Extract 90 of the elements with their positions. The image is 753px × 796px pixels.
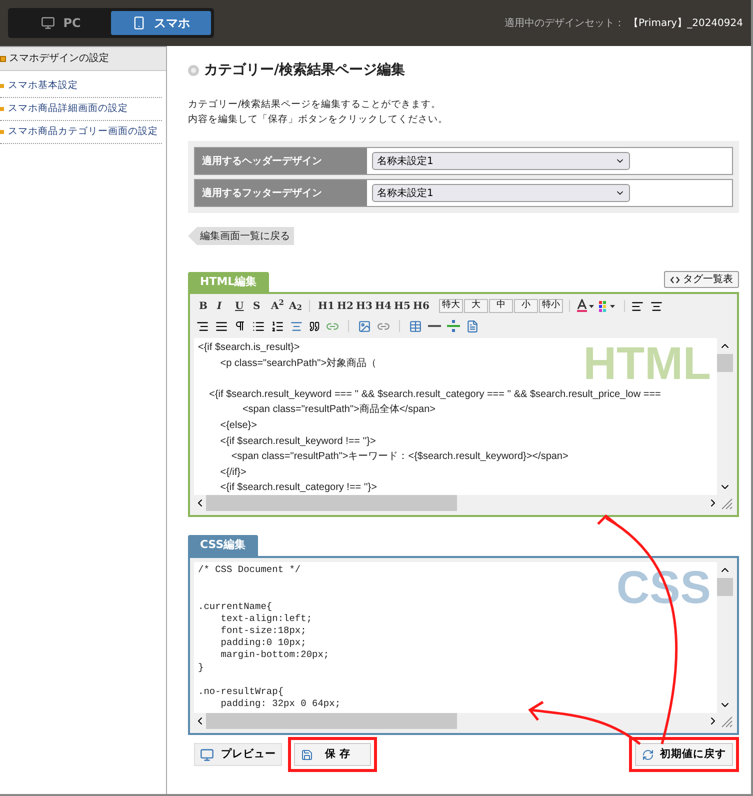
code-line: padding: 32px 0 64px; (220, 698, 341, 710)
bullet-icon (0, 107, 4, 111)
monitor-icon (200, 748, 214, 762)
design-select[interactable]: 名称未設定1 (372, 152, 630, 170)
code-line: font-size:18px; (220, 624, 306, 636)
quote-icon (309, 320, 320, 332)
refresh-icon (642, 748, 654, 760)
device-tab[interactable]: PC (11, 11, 111, 35)
font-size-button[interactable]: 特大 (439, 299, 463, 313)
design-set-label: 適用中のデザインセット： (504, 16, 624, 30)
text-color-icon (576, 299, 596, 313)
design-set-value: 【Primary】_20240924 (628, 16, 743, 30)
table-icon (409, 320, 422, 332)
code-line: <{if $search.result_keyword === '' && $search.result_category === '' && $search.result_price_low === (208, 388, 661, 400)
image-icon (358, 320, 371, 332)
resize-grip-icon (719, 714, 733, 728)
code-icon (670, 276, 680, 284)
heading-button[interactable]: H6 (410, 298, 429, 314)
scroll-thumb[interactable] (717, 578, 733, 596)
font-size-button[interactable]: 中 (489, 299, 513, 313)
sidebar-link[interactable]: スマホ基本設定 (8, 78, 78, 94)
indent-icon (290, 320, 303, 332)
page-title: カテゴリー/検索結果ページ編集 (204, 61, 406, 80)
back-button[interactable]: 編集画面一覧に戻る (188, 227, 294, 245)
sidebar-link[interactable]: スマホ商品カテゴリー画面の設定 (8, 124, 158, 140)
resize-grip-icon (719, 496, 733, 510)
numbered-list-icon (271, 320, 284, 332)
design-select[interactable]: 名称未設定1 (372, 184, 630, 202)
setting-label: 適用するフッターデザイン (195, 180, 367, 206)
color-grid-icon (598, 299, 618, 313)
heading-button[interactable]: H4 (372, 298, 391, 314)
bullet-icon (188, 65, 199, 76)
format-button[interactable]: B (196, 298, 214, 314)
code-line: <span class="resultPath">商品全体</span> (241, 404, 436, 416)
bullet-icon (0, 130, 4, 134)
description-text: カテゴリー/検索結果ページを編集することができます。 (188, 98, 442, 112)
heading-button[interactable]: H2 (334, 298, 353, 314)
device-tab[interactable]: スマホ (111, 11, 211, 35)
format-button[interactable]: U (232, 298, 250, 314)
save-button[interactable]: 保 存 (294, 743, 371, 766)
code-line: <{/if}> (219, 466, 246, 478)
code-line: <{if $search.is_result}> (198, 342, 300, 353)
align-left-icon (631, 300, 644, 312)
document-icon (466, 320, 479, 332)
scroll-thumb[interactable] (717, 354, 733, 372)
code-line: .no-resultWrap{ (198, 686, 284, 697)
font-size-button[interactable]: 特小 (539, 299, 563, 313)
code-line: margin-bottom:20px; (220, 649, 330, 660)
format-button[interactable]: A$^{2}$ (268, 298, 286, 314)
code-line: <p class="searchPath">対象商品（ (219, 358, 377, 369)
code-line: /* CSS Document */ (198, 564, 301, 575)
page-break-icon (447, 320, 460, 332)
smartphone-icon (132, 16, 146, 30)
scroll-thumb[interactable] (206, 495, 456, 511)
scroll-thumb[interactable] (206, 713, 456, 729)
watermark: HTML (583, 340, 711, 386)
monitor-icon (41, 16, 56, 30)
font-size-button[interactable]: 小 (514, 299, 538, 313)
horizontal-rule-icon (428, 325, 441, 327)
code-line: <span class="resultPath">キーワード：<{$search.result_keyword}></span> (230, 451, 568, 462)
pilcrow-icon (234, 320, 246, 332)
tag-list-button[interactable]: タグ一覧表 (664, 271, 739, 288)
code-line: } (198, 662, 204, 673)
align-justify-icon (215, 320, 228, 332)
save-icon (301, 748, 313, 760)
align-center-icon (650, 300, 663, 312)
setting-label: 適用するヘッダーデザイン (195, 148, 367, 174)
heading-button[interactable]: H3 (353, 298, 372, 314)
bullet-list-icon (252, 320, 265, 332)
description-text: 内容を編集して「保存」ボタンをクリックしてください。 (188, 113, 449, 127)
preview-button[interactable]: プレビュー (194, 743, 282, 766)
code-line: <{if $search.result_keyword !== ''}> (219, 436, 376, 447)
code-line: <{else}> (219, 420, 257, 431)
editor-tab[interactable]: CSS編集 (188, 535, 258, 556)
code-line: text-align:left; (220, 612, 312, 624)
format-button[interactable]: A$_{2}$ (286, 298, 304, 314)
bullet-icon (0, 84, 4, 88)
code-line: <{if $search.result_category !== ''}> (219, 482, 377, 494)
heading-button[interactable]: H1 (315, 298, 334, 314)
heading-button[interactable]: H5 (391, 298, 410, 314)
font-size-button[interactable]: 大 (464, 299, 488, 313)
sidebar-heading-text: スマホデザインの設定 (9, 52, 109, 66)
sidebar-link[interactable]: スマホ商品詳細画面の設定 (8, 102, 128, 116)
align-right-icon (196, 320, 209, 332)
format-button[interactable]: S (250, 298, 268, 314)
bullet-icon (0, 56, 6, 62)
code-line: .currentName{ (198, 600, 272, 612)
code-line: padding:0 10px; (220, 637, 306, 648)
reset-button[interactable]: 初期値に戻す (635, 743, 733, 766)
format-button[interactable]: I (214, 298, 232, 314)
